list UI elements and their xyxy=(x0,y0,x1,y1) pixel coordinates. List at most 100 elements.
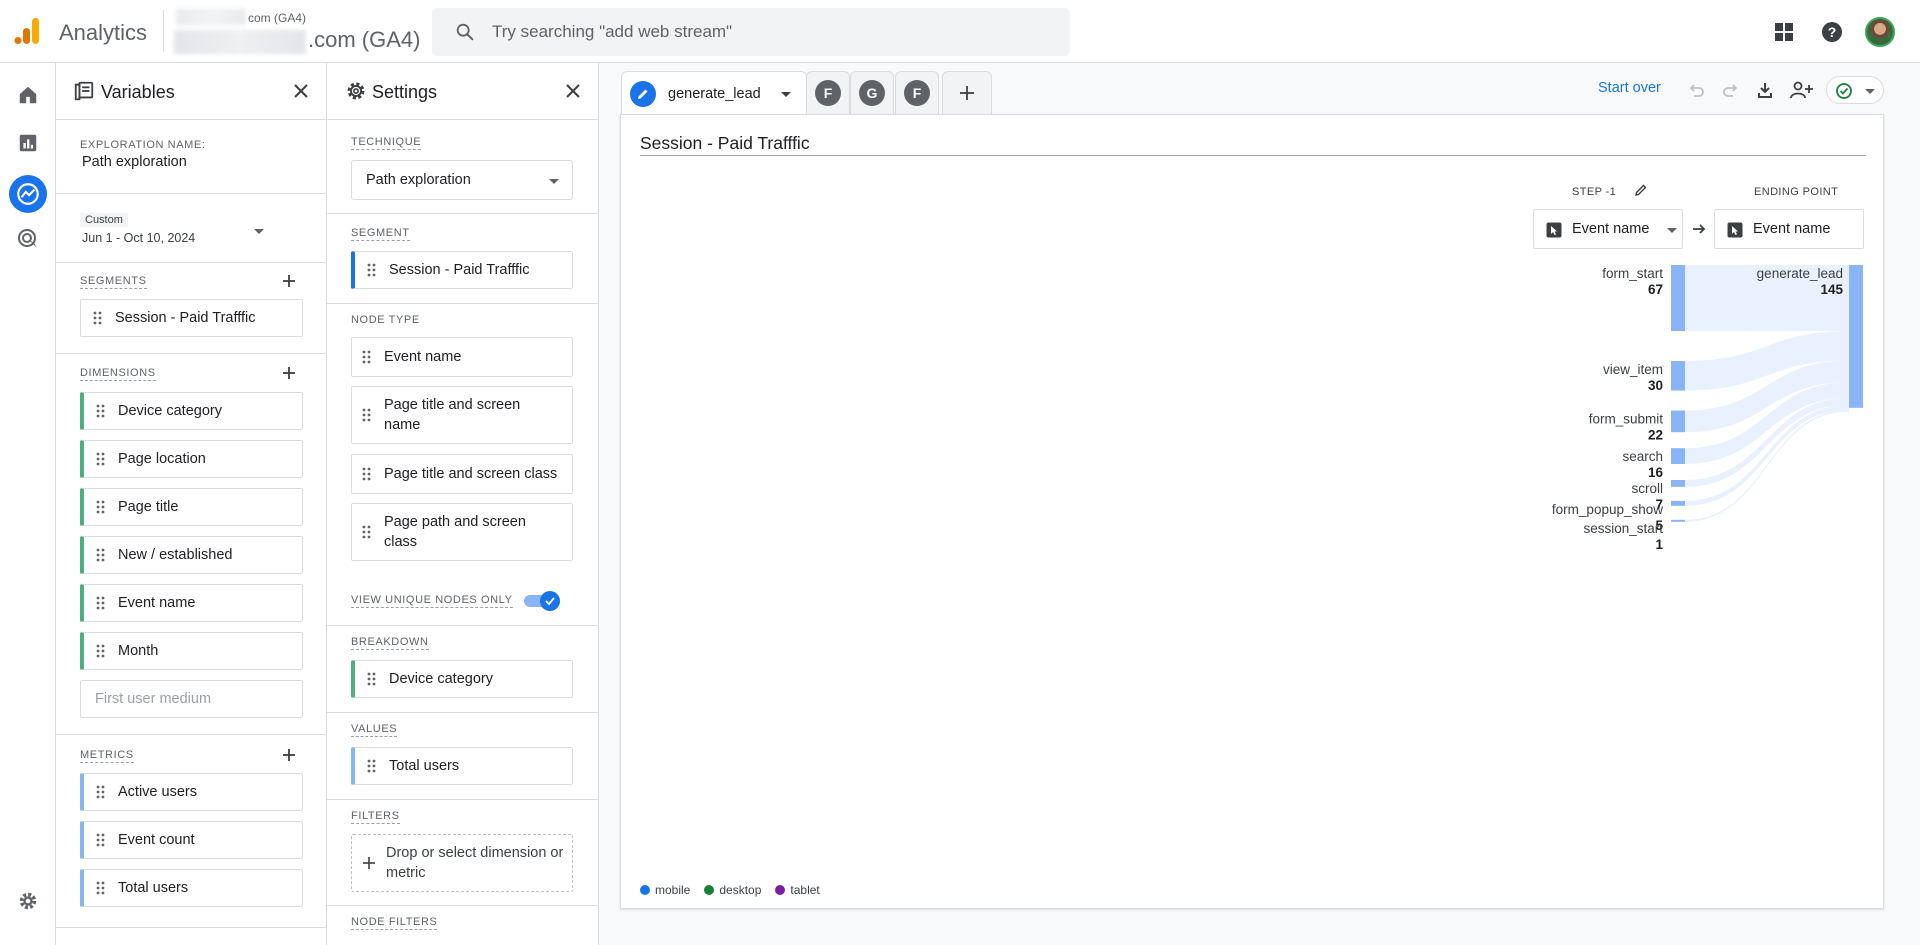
search-input[interactable] xyxy=(492,8,1052,56)
segment-chip[interactable]: Session - Paid Trafffic xyxy=(80,299,303,337)
drag-handle-icon[interactable] xyxy=(362,350,372,364)
values-chip[interactable]: Total users xyxy=(351,747,573,785)
start-over-button[interactable]: Start over xyxy=(1598,80,1661,96)
drag-handle-icon[interactable] xyxy=(362,525,372,539)
applied-segment-chip[interactable]: Session - Paid Trafffic xyxy=(351,251,573,289)
tab-f-2[interactable]: F xyxy=(895,71,939,114)
legend-item-desktop[interactable]: desktop xyxy=(704,883,761,897)
node-type-option[interactable]: Page title and screen name xyxy=(351,386,573,444)
dimension-chip[interactable]: Event name xyxy=(80,584,303,622)
add-metric-icon[interactable] xyxy=(279,745,299,765)
sankey-node-bar[interactable] xyxy=(1671,448,1685,464)
divider xyxy=(56,353,326,354)
drag-handle-icon[interactable] xyxy=(367,672,377,686)
breakdown-chip-label: Device category xyxy=(389,671,493,687)
tab-generate-lead[interactable]: generate_lead xyxy=(621,71,807,114)
reports-icon[interactable] xyxy=(12,127,44,159)
legend-item-tablet[interactable]: tablet xyxy=(775,883,820,897)
user-avatar[interactable] xyxy=(1865,17,1895,47)
tab-g[interactable]: G xyxy=(850,71,894,114)
drag-handle-icon[interactable] xyxy=(367,759,377,773)
settings-header: Settings xyxy=(327,63,598,120)
tab-f-1[interactable]: F xyxy=(806,71,850,114)
divider xyxy=(56,193,326,194)
home-icon[interactable] xyxy=(12,79,44,111)
sankey-node-bar[interactable] xyxy=(1671,265,1685,331)
date-range-value: Jun 1 - Oct 10, 2024 xyxy=(82,231,196,245)
drag-handle-icon[interactable] xyxy=(93,311,103,325)
values-label: VALUES xyxy=(351,723,398,737)
breakdown-chip[interactable]: Device category xyxy=(351,660,573,698)
drag-handle-icon[interactable] xyxy=(96,596,106,610)
account-name[interactable]: com (GA4) xyxy=(248,11,306,25)
drag-handle-icon[interactable] xyxy=(96,500,106,514)
add-dimension-icon[interactable] xyxy=(279,363,299,383)
legend-dot-mobile xyxy=(640,885,650,895)
add-tab-button[interactable] xyxy=(942,71,992,114)
drag-handle-icon[interactable] xyxy=(96,881,106,895)
drag-handle-icon[interactable] xyxy=(362,408,372,422)
sankey-node-bar[interactable] xyxy=(1671,500,1685,506)
sankey-node-bar[interactable] xyxy=(1671,410,1685,433)
unique-nodes-toggle[interactable] xyxy=(524,591,562,611)
search-box[interactable] xyxy=(432,8,1070,56)
legend-dot-desktop xyxy=(704,885,715,895)
dimension-placeholder-chip[interactable]: First user medium xyxy=(80,680,303,718)
dimension-chip[interactable]: Month xyxy=(80,632,303,670)
apps-grid-icon[interactable] xyxy=(1770,18,1798,46)
node-type-option[interactable]: Page title and screen class xyxy=(351,454,573,494)
drag-handle-icon[interactable] xyxy=(96,833,106,847)
technique-label: TECHNIQUE xyxy=(351,136,422,150)
technique-dropdown[interactable]: Path exploration xyxy=(351,160,573,200)
metric-chip[interactable]: Total users xyxy=(80,869,303,907)
sankey-ending-bar[interactable] xyxy=(1849,265,1863,408)
property-selector[interactable]: .com (GA4) xyxy=(308,27,420,53)
legend-item-mobile[interactable]: mobile xyxy=(640,883,690,897)
sankey-node-bar[interactable] xyxy=(1671,479,1685,487)
dimension-chip[interactable]: New / established xyxy=(80,536,303,574)
advertising-icon[interactable] xyxy=(12,223,44,255)
date-range-selector[interactable]: Custom Jun 1 - Oct 10, 2024 xyxy=(80,209,280,259)
sankey-node-name: form_submit xyxy=(1589,412,1664,427)
dimension-placeholder-label: First user medium xyxy=(95,691,212,707)
drag-handle-icon[interactable] xyxy=(96,548,106,562)
share-add-user-icon[interactable] xyxy=(1787,78,1815,102)
sankey-node-bar[interactable] xyxy=(1671,519,1685,522)
node-type-option[interactable]: Page path and screen class xyxy=(351,503,573,561)
path-sankey-chart: form_start67 view_item30 form_submit22 sear… xyxy=(1552,265,1863,552)
settings-title: Settings xyxy=(372,82,438,102)
close-variables-icon[interactable] xyxy=(290,80,312,102)
add-segment-icon[interactable] xyxy=(279,271,299,291)
drag-handle-icon[interactable] xyxy=(96,404,106,418)
dimension-chip[interactable]: Device category xyxy=(80,392,303,430)
drag-handle-icon[interactable] xyxy=(367,263,377,277)
analytics-logo-icon[interactable] xyxy=(13,16,43,46)
metric-chip[interactable]: Event count xyxy=(80,821,303,859)
sankey-node-value: 30 xyxy=(1648,378,1663,393)
undo-icon[interactable] xyxy=(1684,78,1708,102)
metric-chip-label: Total users xyxy=(118,880,189,896)
visualization-card: Session - Paid Trafffic STEP -1 ENDING P… xyxy=(620,114,1884,909)
admin-gear-icon[interactable] xyxy=(12,885,44,917)
download-icon[interactable] xyxy=(1753,78,1777,102)
drag-handle-icon[interactable] xyxy=(96,644,106,658)
drag-handle-icon[interactable] xyxy=(96,452,106,466)
caret-down-icon[interactable] xyxy=(781,92,791,97)
dimension-chip[interactable]: Page title xyxy=(80,488,303,526)
exploration-name-field[interactable]: Path exploration xyxy=(82,154,187,170)
node-type-option[interactable]: Event name xyxy=(351,337,573,377)
segments-label: SEGMENTS xyxy=(80,275,147,289)
sankey-node-name: form_start xyxy=(1602,266,1663,281)
metric-chip[interactable]: Active users xyxy=(80,773,303,811)
status-dropdown[interactable] xyxy=(1826,76,1884,104)
drag-handle-icon[interactable] xyxy=(96,785,106,799)
help-icon[interactable]: ? xyxy=(1818,18,1846,46)
dimension-chip[interactable]: Page location xyxy=(80,440,303,478)
close-settings-icon[interactable] xyxy=(562,80,584,102)
pencil-icon[interactable] xyxy=(630,81,656,107)
filters-drop-zone[interactable]: Drop or select dimension or metric xyxy=(351,834,573,892)
drag-handle-icon[interactable] xyxy=(362,467,372,481)
sankey-node-bar[interactable] xyxy=(1671,360,1685,391)
redo-icon[interactable] xyxy=(1719,78,1743,102)
explore-icon[interactable] xyxy=(9,175,47,213)
